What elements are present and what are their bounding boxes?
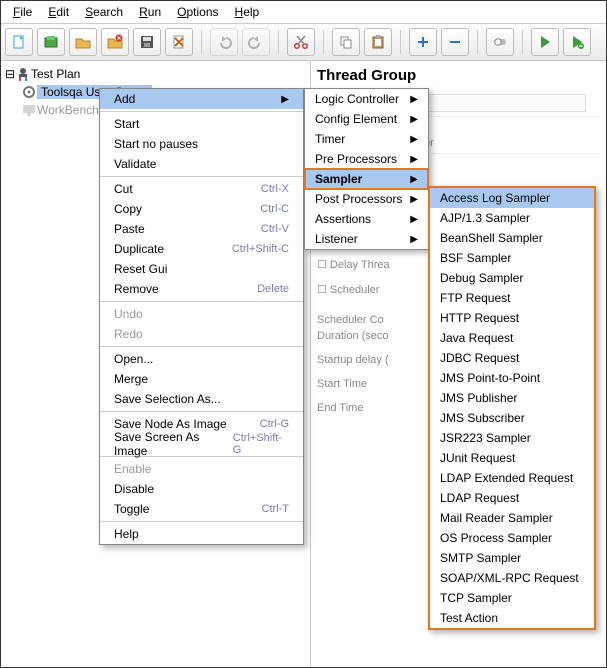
sampler-http-request[interactable]: HTTP Request — [430, 308, 594, 328]
cm-open[interactable]: Open... — [100, 349, 303, 369]
cm-undo[interactable]: Undo — [100, 304, 303, 324]
paste-button[interactable] — [364, 28, 392, 56]
separator — [278, 30, 279, 54]
separator — [100, 111, 303, 112]
separator — [100, 301, 303, 302]
cm-merge[interactable]: Merge — [100, 369, 303, 389]
cm-paste[interactable]: PasteCtrl-V — [100, 219, 303, 239]
sm-timer[interactable]: Timer▶ — [305, 129, 428, 149]
cm-start[interactable]: Start — [100, 114, 303, 134]
panel-title: Thread Group — [317, 67, 600, 84]
menu-search[interactable]: Search — [79, 3, 129, 21]
copy-button[interactable] — [332, 28, 360, 56]
cm-reset-gui[interactable]: Reset Gui — [100, 259, 303, 279]
cm-disable[interactable]: Disable — [100, 479, 303, 499]
menubar: File Edit Search Run Options Help — [1, 1, 606, 24]
scheduler-label: Scheduler — [330, 284, 380, 296]
save-button[interactable] — [133, 28, 161, 56]
separator — [400, 30, 401, 54]
new-button[interactable] — [5, 28, 33, 56]
separator — [100, 346, 303, 347]
sampler-jsr223-sampler[interactable]: JSR223 Sampler — [430, 428, 594, 448]
delay-label: Delay Threa — [330, 259, 390, 271]
sampler-jms-subscriber[interactable]: JMS Subscriber — [430, 408, 594, 428]
sampler-bsf-sampler[interactable]: BSF Sampler — [430, 248, 594, 268]
cm-remove[interactable]: RemoveDelete — [100, 279, 303, 299]
run-button[interactable] — [531, 28, 559, 56]
templates-button[interactable] — [37, 28, 65, 56]
add-submenu: Logic Controller▶ Config Element▶ Timer▶… — [304, 88, 429, 250]
menu-run[interactable]: Run — [133, 3, 167, 21]
undo-button[interactable] — [210, 28, 238, 56]
separator — [201, 30, 202, 54]
close-button[interactable] — [101, 28, 129, 56]
sampler-ajp-1-3-sampler[interactable]: AJP/1.3 Sampler — [430, 208, 594, 228]
sm-config-element[interactable]: Config Element▶ — [305, 109, 428, 129]
separator — [323, 30, 324, 54]
cm-copy[interactable]: CopyCtrl-C — [100, 199, 303, 219]
sampler-mail-reader-sampler[interactable]: Mail Reader Sampler — [430, 508, 594, 528]
sampler-tcp-sampler[interactable]: TCP Sampler — [430, 588, 594, 608]
sampler-os-process-sampler[interactable]: OS Process Sampler — [430, 528, 594, 548]
sampler-ldap-request[interactable]: LDAP Request — [430, 488, 594, 508]
separator — [100, 176, 303, 177]
collapse-button[interactable] — [441, 28, 469, 56]
sampler-test-action[interactable]: Test Action — [430, 608, 594, 628]
sampler-smtp-sampler[interactable]: SMTP Sampler — [430, 548, 594, 568]
expand-button[interactable] — [409, 28, 437, 56]
menu-edit[interactable]: Edit — [42, 3, 75, 21]
cm-help[interactable]: Help — [100, 524, 303, 544]
sm-logic-controller[interactable]: Logic Controller▶ — [305, 89, 428, 109]
menu-options[interactable]: Options — [171, 3, 224, 21]
run-no-pause-button[interactable] — [563, 28, 591, 56]
sm-assertions[interactable]: Assertions▶ — [305, 209, 428, 229]
menu-help[interactable]: Help — [229, 3, 266, 21]
separator — [100, 411, 303, 412]
sampler-jms-publisher[interactable]: JMS Publisher — [430, 388, 594, 408]
tree-root[interactable]: ⊟ Test Plan — [5, 65, 306, 83]
menu-file[interactable]: File — [7, 3, 38, 21]
sm-post-processors[interactable]: Post Processors▶ — [305, 189, 428, 209]
cm-enable[interactable]: Enable — [100, 459, 303, 479]
sampler-submenu: Access Log SamplerAJP/1.3 SamplerBeanShe… — [428, 186, 596, 630]
save-template-button[interactable] — [165, 28, 193, 56]
cm-validate[interactable]: Validate — [100, 154, 303, 174]
workbench-label: WorkBench — [37, 103, 99, 117]
cm-redo[interactable]: Redo — [100, 324, 303, 344]
sampler-java-request[interactable]: Java Request — [430, 328, 594, 348]
cut-button[interactable] — [287, 28, 315, 56]
open-button[interactable] — [69, 28, 97, 56]
sampler-access-log-sampler[interactable]: Access Log Sampler — [430, 188, 594, 208]
sm-sampler[interactable]: Sampler▶ — [305, 169, 428, 189]
tree-root-label: Test Plan — [31, 67, 80, 81]
separator — [100, 521, 303, 522]
toolbar — [1, 24, 606, 61]
sampler-beanshell-sampler[interactable]: BeanShell Sampler — [430, 228, 594, 248]
sm-listener[interactable]: Listener▶ — [305, 229, 428, 249]
context-menu: Add▶ Start Start no pauses Validate CutC… — [99, 88, 304, 545]
sampler-debug-sampler[interactable]: Debug Sampler — [430, 268, 594, 288]
sampler-soap-xml-rpc-request[interactable]: SOAP/XML-RPC Request — [430, 568, 594, 588]
sampler-ldap-extended-request[interactable]: LDAP Extended Request — [430, 468, 594, 488]
cm-duplicate[interactable]: DuplicateCtrl+Shift-C — [100, 239, 303, 259]
separator — [477, 30, 478, 54]
cm-toggle[interactable]: ToggleCtrl-T — [100, 499, 303, 519]
sampler-jdbc-request[interactable]: JDBC Request — [430, 348, 594, 368]
separator — [522, 30, 523, 54]
redo-button[interactable] — [242, 28, 270, 56]
cm-save-selection[interactable]: Save Selection As... — [100, 389, 303, 409]
sampler-ftp-request[interactable]: FTP Request — [430, 288, 594, 308]
toggle-button[interactable] — [486, 28, 514, 56]
cm-cut[interactable]: CutCtrl-X — [100, 179, 303, 199]
sampler-junit-request[interactable]: JUnit Request — [430, 448, 594, 468]
sampler-jms-point-to-point[interactable]: JMS Point-to-Point — [430, 368, 594, 388]
sm-pre-processors[interactable]: Pre Processors▶ — [305, 149, 428, 169]
cm-save-screen-image[interactable]: Save Screen As ImageCtrl+Shift-G — [100, 434, 303, 454]
cm-add[interactable]: Add▶ — [100, 89, 303, 109]
cm-start-no-pauses[interactable]: Start no pauses — [100, 134, 303, 154]
